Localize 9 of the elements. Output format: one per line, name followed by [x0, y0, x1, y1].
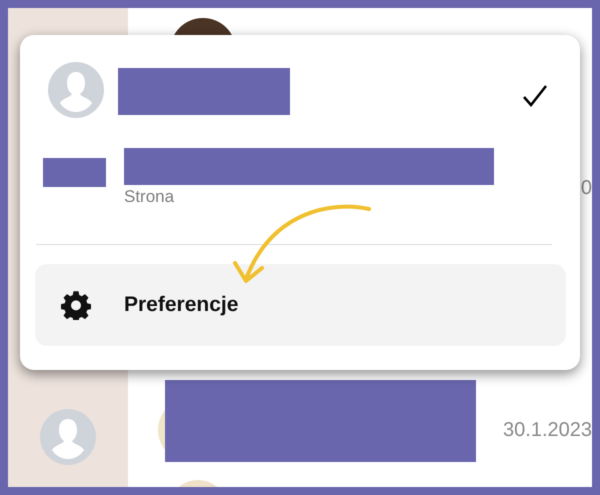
conversation-date: 0 [580, 176, 592, 200]
conversation-date: 30.1.2023 [503, 418, 592, 442]
avatar-icon [40, 409, 96, 465]
redaction-block [43, 158, 106, 187]
menu-item[interactable]: Strona [35, 148, 566, 244]
account-type-label: Strona [124, 187, 176, 207]
preferences-button[interactable]: Preferencje [35, 264, 566, 346]
settings-icon [61, 290, 91, 320]
avatar-icon [48, 62, 104, 118]
